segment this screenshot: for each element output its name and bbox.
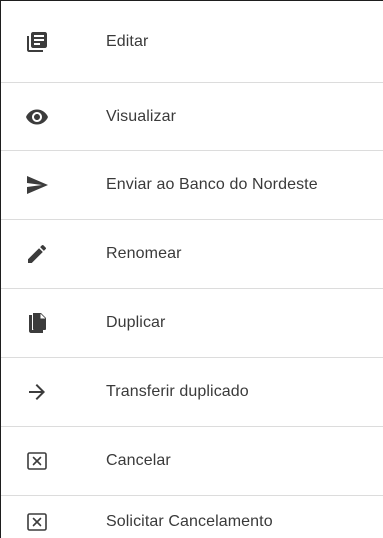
menu-item-label: Editar: [106, 32, 149, 50]
arrow-right-icon: [24, 379, 50, 405]
copy-icon: [24, 310, 50, 336]
menu-item-label: Enviar ao Banco do Nordeste: [106, 176, 318, 193]
menu-item-editar[interactable]: Editar: [1, 1, 383, 83]
menu-item-label: Transferir duplicado: [106, 383, 249, 400]
menu-item-transferir[interactable]: Transferir duplicado: [1, 358, 383, 427]
context-menu: Editar Visualizar Enviar ao Banco do Nor…: [0, 0, 383, 538]
document-edit-icon: [24, 29, 50, 55]
menu-item-label: Solicitar Cancelamento: [106, 513, 273, 530]
pencil-icon: [24, 241, 50, 267]
menu-item-duplicar[interactable]: Duplicar: [1, 289, 383, 358]
close-box-icon: [24, 448, 50, 474]
menu-item-label: Renomear: [106, 245, 182, 262]
menu-item-enviar[interactable]: Enviar ao Banco do Nordeste: [1, 151, 383, 220]
menu-item-solicitar-cancelamento[interactable]: Solicitar Cancelamento: [1, 496, 383, 538]
send-icon: [24, 172, 50, 198]
menu-item-visualizar[interactable]: Visualizar: [1, 83, 383, 151]
menu-item-cancelar[interactable]: Cancelar: [1, 427, 383, 496]
menu-item-label: Duplicar: [106, 314, 166, 331]
menu-item-label: Cancelar: [106, 452, 171, 469]
menu-item-label: Visualizar: [106, 107, 177, 125]
eye-icon: [24, 104, 50, 130]
menu-item-renomear[interactable]: Renomear: [1, 220, 383, 289]
close-box-icon: [24, 509, 50, 535]
